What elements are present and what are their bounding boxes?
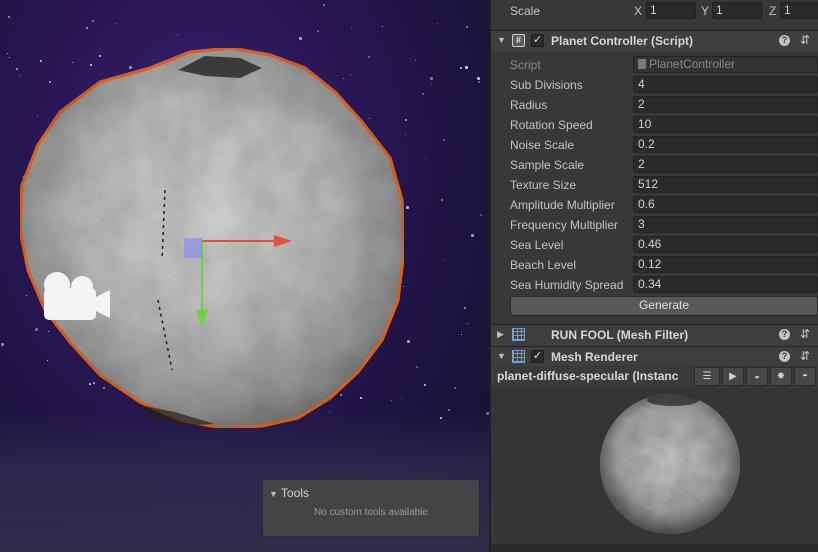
field-input[interactable]: 0.12 <box>633 256 818 273</box>
field-row: Beach Level 0.12 <box>491 255 818 275</box>
material-preview-toolbar: planet-diffuse-specular (Instanc ☰ ▶ ◒ ✸… <box>491 366 818 387</box>
mesh-renderer-header[interactable]: ▼ ✓ Mesh Renderer ? ⇵ <box>491 346 818 368</box>
field-label: Sample Scale <box>510 158 585 172</box>
mesh-filter-header[interactable]: ▶ RUN FOOL (Mesh Filter) ? ⇵ <box>491 324 818 346</box>
scale-x-label[interactable]: X <box>634 4 642 18</box>
field-label: Radius <box>510 98 548 112</box>
field-label: Texture Size <box>510 178 577 192</box>
field-input[interactable]: 0.6 <box>633 196 818 213</box>
field-row: Sample Scale 2 <box>491 155 818 175</box>
field-label: Sea Level <box>510 238 564 252</box>
tools-overlay[interactable]: ▼ Tools No custom tools available <box>262 479 480 537</box>
gizmo-plane-handle[interactable] <box>184 238 202 258</box>
scale-label: Scale <box>510 4 541 18</box>
field-row: Noise Scale 0.2 <box>491 135 818 155</box>
script-label: Script <box>510 58 541 72</box>
component-enabled-checkbox[interactable]: ✓ <box>531 34 544 47</box>
material-preview[interactable] <box>491 388 818 544</box>
planet-object[interactable] <box>0 0 489 552</box>
field-input[interactable]: 10 <box>633 116 818 133</box>
field-input[interactable]: 0.46 <box>633 236 818 253</box>
settings-sliders-icon[interactable]: ⇵ <box>800 349 810 363</box>
field-input[interactable]: 0.34 <box>633 276 818 293</box>
field-label: Sea Humidity Spread <box>510 278 624 292</box>
planet-sphere[interactable] <box>18 46 406 430</box>
help-icon[interactable]: ? <box>779 329 790 340</box>
script-name: PlanetController <box>649 57 736 71</box>
lighting-icon[interactable]: ✸ <box>770 367 792 386</box>
field-input[interactable]: 512 <box>633 176 818 193</box>
scene-view[interactable]: ▼ Tools No custom tools available <box>0 0 489 552</box>
field-row: Rotation Speed 10 <box>491 115 818 135</box>
tools-title-label: Tools <box>280 486 309 500</box>
field-row: Texture Size 512 <box>491 175 818 195</box>
scale-x-field[interactable]: 1 <box>646 2 696 19</box>
generate-button[interactable]: Generate <box>510 296 818 316</box>
script-icon: # <box>512 34 525 47</box>
field-input[interactable]: 2 <box>633 156 818 173</box>
field-row: Sub Divisions 4 <box>491 75 818 95</box>
field-input[interactable]: 3 <box>633 216 818 233</box>
scale-z-field[interactable]: 1 <box>780 2 818 19</box>
settings-sliders-icon[interactable]: ⇵ <box>800 327 810 341</box>
tools-title[interactable]: ▼ Tools <box>269 486 309 500</box>
field-label: Sub Divisions <box>510 78 583 92</box>
transform-scale-row: Scale X 1 Y 1 Z 1 <box>491 1 818 21</box>
script-field[interactable]: PlanetController <box>633 56 818 73</box>
sphere-preview-icon[interactable]: ◒ <box>746 367 768 386</box>
tools-empty-message: No custom tools available <box>314 507 428 518</box>
field-label: Rotation Speed <box>510 118 593 132</box>
inspector-bottom-bar <box>491 544 818 552</box>
script-row: Script PlanetController <box>491 55 818 75</box>
field-input[interactable]: 2 <box>633 96 818 113</box>
field-row: Sea Level 0.46 <box>491 235 818 255</box>
foldout-triangle-icon[interactable]: ▼ <box>497 351 506 361</box>
scale-y-field[interactable]: 1 <box>712 2 762 19</box>
component-title: Planet Controller (Script) <box>551 34 694 48</box>
component-title: RUN FOOL (Mesh Filter) <box>551 328 689 342</box>
planet-controller-header[interactable]: ▼ # ✓ Planet Controller (Script) ? ⇵ <box>491 30 818 52</box>
inspector-panel: Scale X 1 Y 1 Z 1 ▼ # ✓ Planet Controlle… <box>491 0 818 552</box>
field-label: Beach Level <box>510 258 577 272</box>
scale-z-label[interactable]: Z <box>769 4 776 18</box>
field-row: Amplitude Multiplier 0.6 <box>491 195 818 215</box>
material-preview-sphere <box>600 394 740 534</box>
foldout-collapsed-icon[interactable]: ▶ <box>497 329 504 340</box>
field-label: Frequency Multiplier <box>510 218 619 232</box>
material-name: planet-diffuse-specular (Instanc <box>497 369 679 383</box>
field-row: Radius 2 <box>491 95 818 115</box>
component-enabled-checkbox[interactable]: ✓ <box>531 350 544 363</box>
foldout-triangle-icon[interactable]: ▼ <box>269 489 278 499</box>
play-icon[interactable]: ▶ <box>722 367 744 386</box>
field-row: Sea Humidity Spread 0.34 <box>491 275 818 295</box>
component-title: Mesh Renderer <box>551 350 638 364</box>
field-label: Amplitude Multiplier <box>510 198 615 212</box>
field-input[interactable]: 4 <box>633 76 818 93</box>
scale-y-label[interactable]: Y <box>701 4 709 18</box>
mesh-filter-icon <box>512 328 525 341</box>
help-icon[interactable]: ? <box>779 35 790 46</box>
field-input[interactable]: 0.2 <box>633 136 818 153</box>
field-row: Frequency Multiplier 3 <box>491 215 818 235</box>
script-file-icon <box>638 59 646 69</box>
field-label: Noise Scale <box>510 138 575 152</box>
foldout-triangle-icon[interactable]: ▼ <box>497 35 506 45</box>
help-icon[interactable]: ? <box>779 351 790 362</box>
preview-background-icon[interactable]: ◓ <box>794 367 816 386</box>
mesh-renderer-icon <box>512 350 525 363</box>
settings-sliders-icon[interactable]: ⇵ <box>800 33 810 47</box>
drag-handle-icon[interactable]: ☰ <box>694 367 720 386</box>
